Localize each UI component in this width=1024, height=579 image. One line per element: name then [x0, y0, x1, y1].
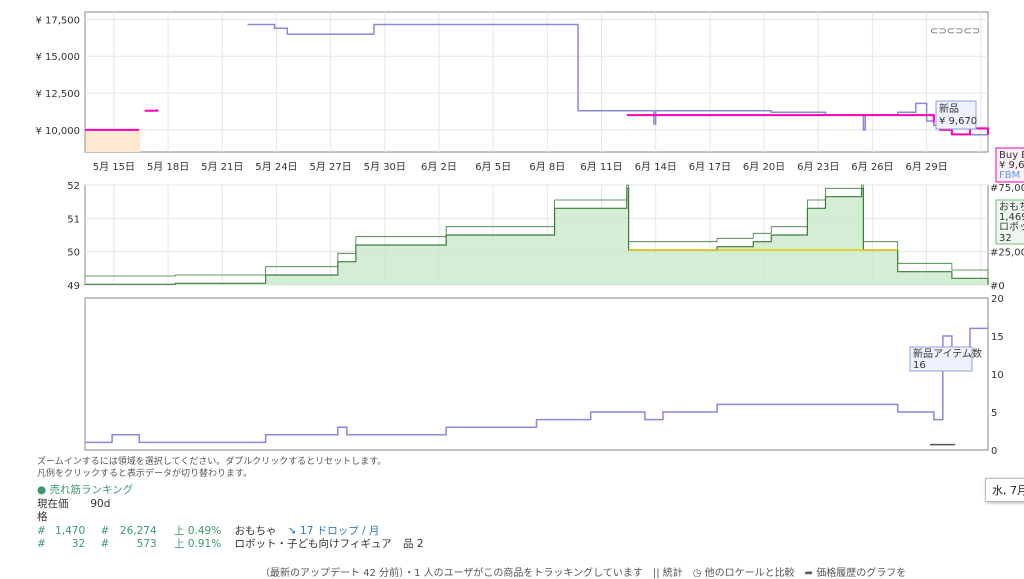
- legend-category[interactable]: おもちゃ: [235, 525, 277, 537]
- x-tick-label: 5月 24日: [255, 161, 297, 173]
- date-tooltip: 水, 7月: [985, 478, 1024, 502]
- legend-table[interactable]: ● 売れ筋ランキング 現在価 90d 格 # 1,470 # 26,274 上 …: [37, 484, 424, 552]
- y-tick-label: ¥ 17,500: [35, 15, 80, 26]
- y2-tick-label: #25,000: [990, 248, 1024, 259]
- y-tick-label: 49: [67, 281, 80, 292]
- x-tick-label: 6月 14日: [635, 161, 677, 173]
- legend-hash: #: [37, 538, 46, 550]
- y-tick-label: ¥ 12,500: [35, 89, 80, 100]
- legend-title[interactable]: ● 売れ筋ランキング: [37, 484, 424, 498]
- y-tick-label: 20: [991, 294, 1004, 305]
- y2-tick-label: #0: [990, 281, 1005, 292]
- legend-90d: 26,274: [119, 524, 157, 537]
- y2-tick-label: #75,000: [990, 183, 1024, 194]
- legend-hint: 凡例をクリックすると表示データが切り替わります。: [37, 469, 253, 479]
- offers-tooltip-value: 16: [913, 360, 926, 371]
- x-tick-label: 5月 21日: [201, 161, 243, 173]
- zoom-hint: ズームインするには領域を選択してください。ダブルクリックするとリセットします。: [37, 457, 387, 467]
- y-tick-label: 51: [67, 214, 80, 225]
- legend-current: 1,470: [55, 524, 86, 537]
- legend-hash: #: [100, 524, 110, 537]
- x-tick-label: 6月 8日: [529, 161, 565, 173]
- y-tick-label: 50: [67, 248, 80, 259]
- x-tick-label: 6月 20日: [743, 161, 785, 173]
- y-tick-label: 5: [991, 408, 997, 419]
- legend-change: 上 0.91%: [174, 538, 222, 550]
- y-tick-label: 15: [991, 332, 1004, 343]
- legend-col-90d: 90d: [90, 497, 111, 510]
- y-tick-label: 10: [991, 370, 1004, 381]
- x-tick-label: 6月 26日: [851, 161, 893, 173]
- legend-hash: #: [37, 524, 46, 537]
- y-tick-label: ¥ 15,000: [35, 52, 80, 63]
- price-tooltip-label: 新品: [939, 102, 959, 115]
- legend-row[interactable]: # 1,470 # 26,274 上 0.49% おもちゃ ➘ 17 ドロップ …: [37, 525, 424, 539]
- out-of-stock-area: [86, 129, 141, 152]
- rank-side-label-2: ロボッ: [999, 221, 1024, 233]
- y-tick-label: 0: [991, 446, 997, 457]
- x-tick-label: 5月 30日: [364, 161, 406, 173]
- x-tick-label: 6月 29日: [905, 161, 947, 173]
- offers-tooltip-label: 新品アイテム数: [913, 347, 982, 360]
- y-tick-label: ¥ 10,000: [35, 126, 80, 137]
- bottom-toolbar[interactable]: （最新のアップデート 42 分前）・1 人のユーザがこの商品をトラッキングしてい…: [260, 564, 906, 579]
- legend-change: 上 0.49%: [174, 524, 222, 537]
- legend-90d: 573: [136, 538, 157, 550]
- x-tick-label: 6月 2日: [421, 161, 457, 173]
- legend-category[interactable]: ロボット・子ども向けフィギュア: [235, 538, 392, 550]
- price-chart[interactable]: ¥ 17,500 ¥ 15,000 ¥ 12,500 ¥ 10,000 5月 15日 5月…: [35, 11, 1024, 183]
- price-tooltip-value: ¥ 9,670: [939, 116, 977, 127]
- offer-count-chart[interactable]: 20 15 10 5 0 新品アイテム数16: [84, 294, 1004, 457]
- mini-marker: ⊂⊃⊂⊃⊂⊃: [930, 26, 980, 37]
- keepa-charts[interactable]: ¥ 17,500 ¥ 15,000 ¥ 12,500 ¥ 10,000 5月 15日 5月…: [0, 0, 1024, 460]
- sales-rank-chart[interactable]: 52515049#75,000#25,000#0おもち1,469ロボッ32: [67, 181, 1024, 292]
- legend-drop: ➘ 17 ドロップ / 月: [287, 524, 380, 537]
- legend-col-current: 現在価: [37, 497, 69, 510]
- x-tick-label: 5月 27日: [309, 161, 351, 173]
- x-tick-label: 5月 15日: [93, 161, 135, 173]
- buybox-side-tag: FBM: [999, 170, 1020, 181]
- x-tick-label: 6月 23日: [797, 161, 839, 173]
- legend-rank-count: 品 2: [402, 538, 424, 550]
- zoom-info: ズームインするには領域を選択してください。ダブルクリックするとリセットします。 …: [37, 456, 386, 480]
- y-tick-label: 52: [67, 181, 80, 192]
- x-tick-label: 6月 5日: [475, 161, 511, 173]
- x-tick-label: 6月 17日: [689, 161, 731, 173]
- legend-row[interactable]: # 32 # 573 上 0.91% ロボット・子ども向けフィギュア 品 2: [37, 538, 424, 552]
- legend-hash: #: [100, 538, 110, 550]
- legend-col-price: 格: [37, 511, 48, 523]
- x-tick-label: 6月 11日: [580, 161, 622, 173]
- legend-current: 32: [71, 538, 86, 550]
- plot-frame: [84, 11, 989, 153]
- rank-side-value-2: 32: [999, 233, 1012, 244]
- x-tick-label: 5月 18日: [147, 161, 189, 173]
